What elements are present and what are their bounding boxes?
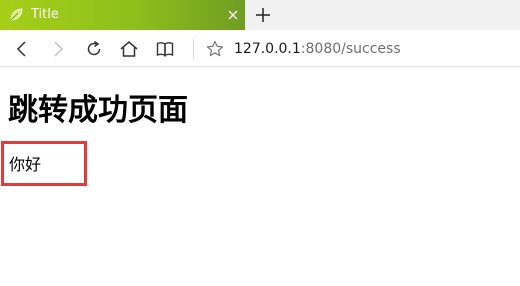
new-tab-plus-icon[interactable] (254, 6, 272, 24)
tab-title: Title (31, 7, 59, 22)
refresh-icon[interactable] (84, 39, 104, 59)
close-icon[interactable] (226, 8, 240, 22)
leaf-icon (8, 7, 24, 23)
favorite-star-icon[interactable] (205, 39, 225, 59)
active-tab[interactable]: Title (0, 0, 245, 30)
page-heading: 跳转成功页面 (8, 93, 188, 128)
url-path: :8080/success (300, 41, 401, 57)
tab-strip: Title (0, 0, 520, 30)
greeting-text: 你好 (9, 155, 42, 174)
navigation-bar: 127.0.0.1:8080/success (0, 30, 520, 67)
home-icon[interactable] (119, 39, 139, 59)
back-arrow-icon[interactable] (12, 39, 32, 59)
url-host: 127.0.0.1 (234, 41, 301, 57)
page-content: 跳转成功页面 你好 (0, 67, 520, 286)
address-bar[interactable]: 127.0.0.1:8080/success (234, 40, 401, 58)
toolbar-divider (193, 39, 194, 59)
reading-view-icon[interactable] (155, 39, 175, 59)
forward-arrow-icon[interactable] (48, 39, 68, 59)
